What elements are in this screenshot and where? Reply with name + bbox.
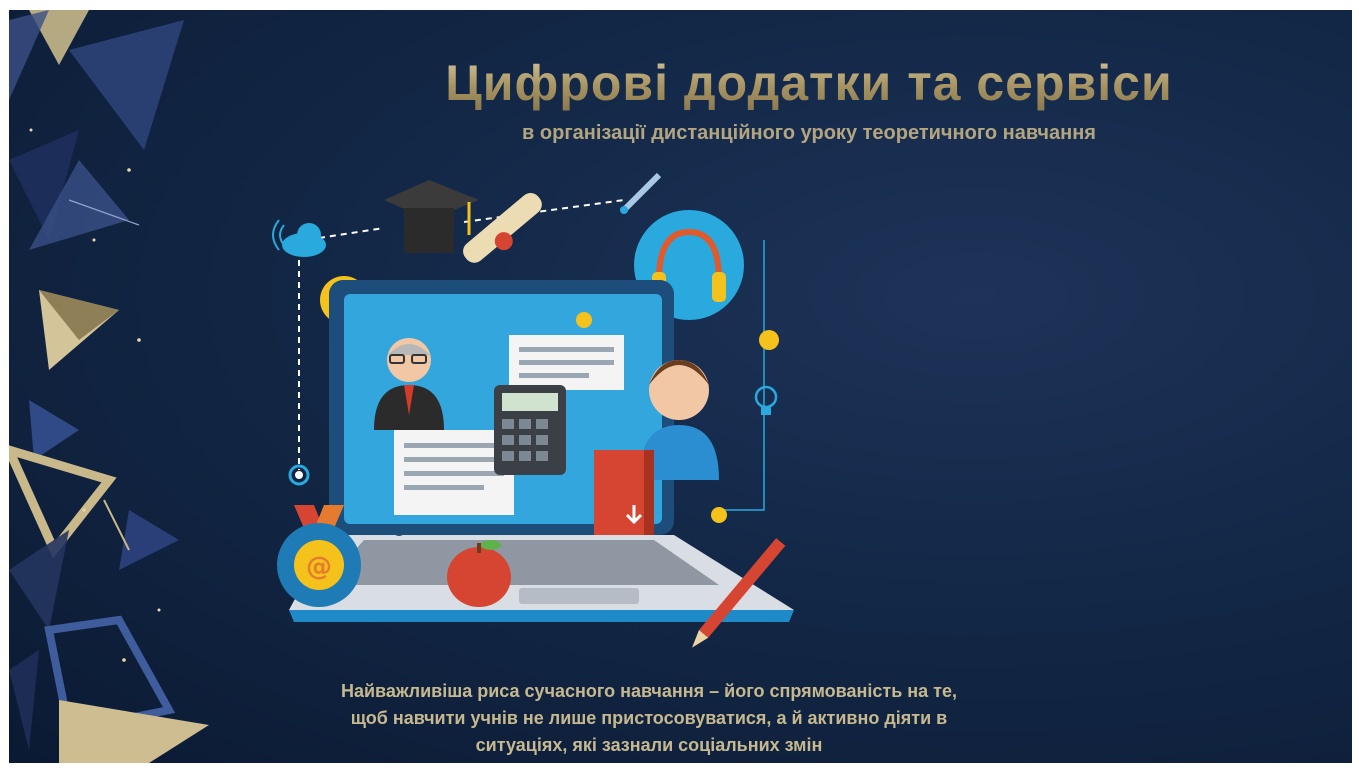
- slide: Цифрові додатки та сервіси в організації…: [9, 10, 1352, 763]
- slide-subtitle: в організації дистанційного уроку теорет…: [522, 122, 1096, 144]
- online-learning-laptop-illustration: @: [272, 172, 794, 648]
- geometric-triangles-decoration: [9, 10, 209, 763]
- slide-caption: Найважливіша риса сучасного навчання – й…: [340, 681, 957, 755]
- slide-title: Цифрові додатки та сервіси: [309, 54, 1309, 112]
- svg-text:@: @: [306, 552, 332, 582]
